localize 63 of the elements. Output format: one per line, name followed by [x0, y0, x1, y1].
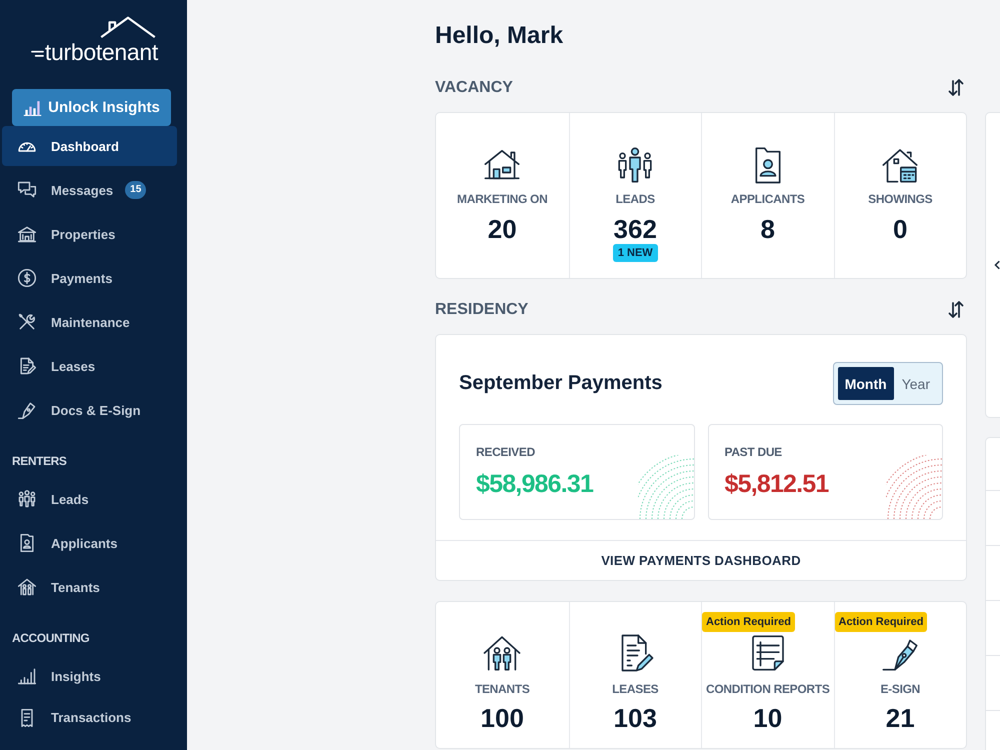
stat-label: LEADS [616, 191, 655, 207]
nav-item[interactable]: Properties [2, 214, 177, 254]
card-title: September Payments [459, 372, 662, 395]
chevron-left-icon [994, 260, 1000, 270]
nav-item[interactable]: Insights [2, 656, 177, 696]
stat-value: 21 [886, 703, 915, 733]
building-icon [17, 224, 37, 244]
count-badge: 15 [125, 181, 146, 199]
action-required-badge: Action Required [834, 612, 928, 632]
dotted-arcs-icon [638, 455, 694, 519]
pen-nib-icon [17, 400, 37, 420]
nav-item[interactable]: Maintenance [2, 302, 177, 342]
stat-label: E-SIGN [880, 681, 920, 697]
unlock-insights-button[interactable]: Unlock Insights [12, 89, 171, 126]
nav-item[interactable]: Tenants [2, 567, 177, 607]
tile-label: RECEIVED [476, 444, 535, 460]
nav-item[interactable]: Leads [2, 479, 177, 519]
stat-label: TENANTS [474, 681, 530, 697]
nav-item[interactable]: Docs & E-Sign [2, 390, 177, 430]
nav-item[interactable]: Payments [2, 258, 177, 298]
nav-item[interactable]: Messages 15 [2, 170, 177, 210]
stat-value: 8 [760, 214, 775, 244]
nav-item[interactable]: Transactions [2, 700, 177, 735]
nav-item[interactable]: Applicants [2, 523, 177, 563]
dotted-arcs-icon [886, 455, 942, 519]
people-icon [17, 489, 37, 509]
period-button[interactable]: Year [894, 367, 938, 400]
nav-heading: RENTERS [12, 453, 67, 469]
bar-chart-icon [23, 98, 42, 117]
speed-lines-icon [30, 49, 44, 59]
stat-label: APPLICANTS [730, 191, 805, 207]
logo-text: turbotenant [44, 40, 158, 64]
stat-value: 100 [480, 703, 524, 733]
stat-value: 20 [488, 214, 517, 244]
stat-value: 10 [753, 703, 782, 733]
stat-label: CONDITION REPORTS [706, 681, 830, 697]
tile-label: PAST DUE [724, 444, 782, 460]
nav-heading: ACCOUNTING [12, 630, 90, 646]
tools-icon [17, 312, 37, 332]
stat-value: 103 [614, 703, 657, 733]
amount-value: $5,812.51 [724, 469, 829, 500]
section-title: RESIDENCY [435, 301, 528, 319]
roof-icon [98, 15, 158, 39]
stat-label: MARKETING ON [457, 191, 548, 207]
chat-bubbles-icon [17, 180, 37, 200]
bar-chart-icon [17, 666, 37, 686]
new-badge: 1 NEW [612, 244, 658, 262]
greeting: Hello, Mark [435, 21, 564, 51]
sort-icon[interactable] [948, 77, 964, 99]
stat-label: LEASES [612, 681, 658, 697]
nav-item[interactable]: Leases [2, 346, 177, 386]
stat-label: SHOWINGS [868, 191, 932, 207]
action-required-badge: Action Required [702, 612, 795, 632]
view-payments-link[interactable]: VIEW PAYMENTS DASHBOARD [436, 540, 966, 580]
period-button[interactable]: Month [838, 367, 894, 400]
amount-value: $58,986.31 [476, 469, 594, 500]
section-title: VACANCY [435, 79, 513, 97]
dollar-coin-icon [17, 268, 37, 288]
nav-item[interactable]: Dashboard [2, 126, 177, 166]
sort-icon[interactable] [948, 299, 964, 321]
house-people-icon [17, 577, 37, 597]
stat-value: 0 [893, 214, 908, 244]
stat-value: 362 [614, 214, 657, 244]
